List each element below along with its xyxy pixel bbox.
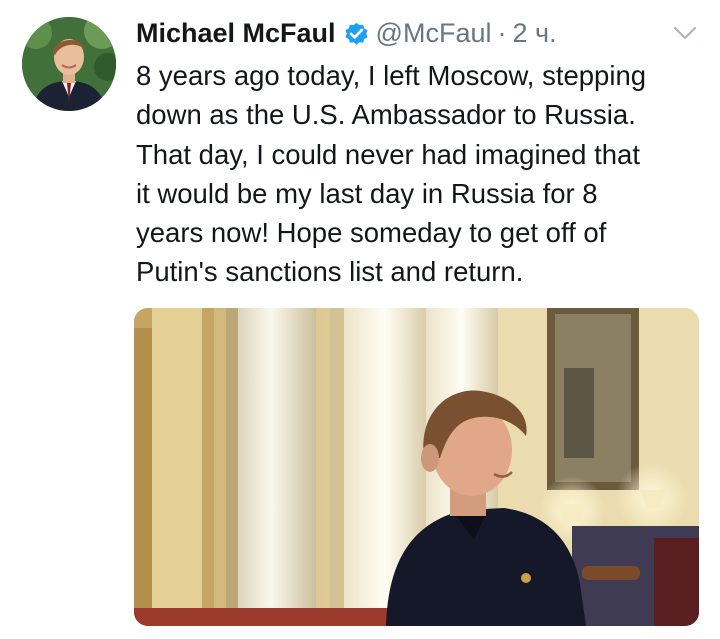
header-separator: · bbox=[497, 17, 507, 48]
tweet-menu-button[interactable] bbox=[673, 24, 697, 42]
author-handle[interactable]: @McFaul bbox=[376, 18, 492, 49]
tweet-photo[interactable] bbox=[134, 308, 699, 626]
verified-badge-icon bbox=[343, 20, 370, 47]
chevron-down-icon bbox=[673, 26, 697, 40]
tweet-text-line: Putin's sanctions list and return. bbox=[136, 256, 524, 288]
tweet-text-line: years now! Hope someday to get off of bbox=[136, 217, 607, 249]
avatar-image bbox=[22, 17, 116, 111]
tweet-text: 8 years ago today, I left Moscow, steppi… bbox=[136, 56, 708, 292]
tweet-text-line: down as the U.S. Ambassador to Russia. bbox=[136, 99, 636, 131]
author-name[interactable]: Michael McFaul bbox=[136, 18, 336, 49]
tweet-text-line: 8 years ago today, I left Moscow, steppi… bbox=[136, 60, 647, 91]
tweet-header: Michael McFaul @McFaul · 2 ч. bbox=[136, 13, 557, 53]
tweet-text-line: That day, I could never had imagined tha… bbox=[136, 138, 640, 170]
tweet-text-line: it would be my last day in Russia for 8 bbox=[136, 177, 598, 209]
photo-image bbox=[134, 308, 699, 626]
tweet-timestamp[interactable]: 2 ч. bbox=[512, 18, 556, 49]
tweet[interactable]: Michael McFaul @McFaul · 2 ч. 8 years ag… bbox=[0, 0, 720, 639]
avatar[interactable] bbox=[22, 17, 116, 111]
